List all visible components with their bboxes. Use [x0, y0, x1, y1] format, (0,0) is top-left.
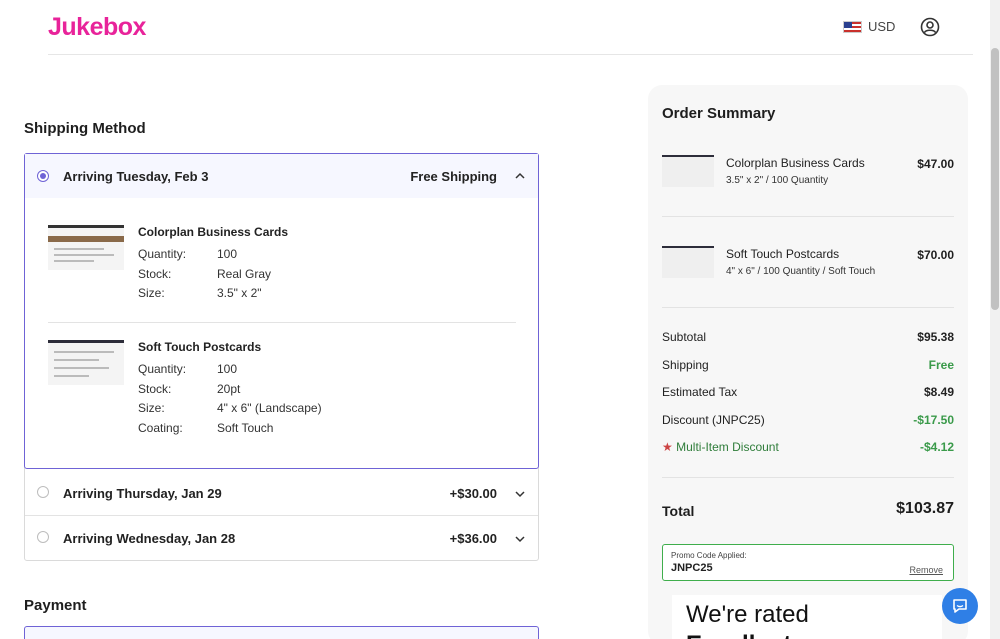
- summary-thumbnail: [662, 246, 714, 278]
- option-label: Arriving Thursday, Jan 29: [63, 486, 222, 501]
- shipping-option-jan29[interactable]: Arriving Thursday, Jan 29 +$30.00: [25, 470, 538, 516]
- radio-selected[interactable]: [37, 170, 49, 182]
- tax-label: Estimated Tax: [662, 385, 738, 399]
- shipping-option-feb3[interactable]: Arriving Tuesday, Feb 3 Free Shipping Co…: [24, 153, 539, 469]
- spec-value: 100: [217, 362, 238, 376]
- jukebox-logo[interactable]: Jukebox: [48, 13, 146, 42]
- promo-code: JNPC25: [671, 562, 713, 574]
- summary-item-sub: 4" x 6" / 100 Quantity / Soft Touch: [726, 266, 876, 277]
- spec-label: Stock:: [138, 267, 172, 281]
- shipping-options: Arriving Tuesday, Feb 3 Free Shipping Co…: [24, 153, 539, 561]
- shipping-option-jan28[interactable]: Arriving Wednesday, Jan 28 +$36.00: [25, 516, 538, 560]
- option-price: +$36.00: [449, 531, 497, 546]
- shipping-label: Shipping: [662, 358, 709, 372]
- scrollbar-track[interactable]: [990, 0, 1000, 639]
- spec-label: Size:: [138, 401, 165, 415]
- spec-value: 3.5" x 2": [217, 286, 262, 300]
- shipping-value: Free: [928, 358, 954, 372]
- option-price: Free Shipping: [410, 169, 497, 184]
- promo-remove-link[interactable]: Remove: [909, 565, 943, 575]
- spec-value: Real Gray: [217, 267, 272, 281]
- shipping-item: Colorplan Business Cards Quantity: 100 S…: [48, 225, 518, 305]
- multi-item-discount-value: -$4.12: [919, 440, 954, 454]
- summary-item-name: Soft Touch Postcards: [726, 247, 840, 261]
- spec-label: Quantity:: [138, 362, 187, 376]
- us-flag-icon: [843, 20, 862, 33]
- spec-label: Stock:: [138, 382, 172, 396]
- chevron-up-icon[interactable]: [514, 170, 526, 182]
- spec-label: Size:: [138, 286, 165, 300]
- shipping-option-header[interactable]: Arriving Tuesday, Feb 3 Free Shipping: [25, 154, 538, 198]
- total-label: Total: [662, 503, 695, 519]
- spec-value: 20pt: [217, 382, 241, 396]
- summary-item-price: $70.00: [917, 248, 954, 262]
- summary-item-sub: 3.5" x 2" / 100 Quantity: [726, 175, 829, 186]
- option-price: +$30.00: [449, 486, 497, 501]
- spec-label: Coating:: [138, 421, 183, 435]
- shipping-item: Soft Touch Postcards Quantity: 100 Stock…: [48, 340, 518, 440]
- summary-divider: [662, 216, 954, 217]
- currency-label: USD: [868, 19, 896, 34]
- radio-unselected[interactable]: [37, 531, 49, 543]
- currency-selector[interactable]: USD: [843, 19, 895, 34]
- item-divider: [48, 322, 516, 323]
- chat-icon: [953, 599, 967, 613]
- multi-item-discount-text: Multi-Item Discount: [676, 440, 779, 454]
- discount-value: -$17.50: [913, 413, 954, 427]
- account-icon[interactable]: [920, 17, 940, 37]
- option-label: Arriving Wednesday, Jan 28: [63, 531, 236, 546]
- promo-caption: Promo Code Applied:: [671, 551, 747, 560]
- summary-divider: [662, 477, 954, 478]
- total-value: $103.87: [896, 500, 954, 517]
- summary-divider: [662, 307, 954, 308]
- radio-unselected[interactable]: [37, 486, 49, 498]
- rating-widget: We're rated Excellent: [672, 595, 942, 639]
- product-thumbnail: [48, 340, 124, 385]
- scrollbar-thumb[interactable]: [991, 48, 999, 310]
- promo-code-box: Promo Code Applied: JNPC25 Remove: [662, 544, 954, 581]
- party-popper-icon: ★: [662, 440, 673, 454]
- rating-word: Excellent: [686, 631, 791, 639]
- payment-box[interactable]: [24, 626, 539, 639]
- order-summary-title: Order Summary: [662, 105, 776, 122]
- multi-item-discount-label: ★ Multi-Item Discount: [662, 440, 779, 454]
- subtotal-value: $95.38: [917, 330, 954, 344]
- summary-item-price: $47.00: [917, 157, 954, 171]
- option-label: Arriving Tuesday, Feb 3: [63, 169, 209, 184]
- discount-label: Discount (JNPC25): [662, 413, 765, 427]
- subtotal-label: Subtotal: [662, 330, 707, 344]
- chat-button[interactable]: [942, 588, 978, 624]
- rating-headline: We're rated: [686, 601, 809, 628]
- summary-thumbnail: [662, 155, 714, 187]
- chevron-down-icon[interactable]: [514, 533, 526, 545]
- product-thumbnail: [48, 225, 124, 270]
- spec-value: 4" x 6" (Landscape): [217, 401, 322, 415]
- payment-title: Payment: [24, 597, 87, 614]
- spec-value: 100: [217, 247, 238, 261]
- site-header: Jukebox USD: [48, 0, 973, 55]
- shipping-method-title: Shipping Method: [24, 120, 146, 137]
- spec-label: Quantity:: [138, 247, 187, 261]
- tax-value: $8.49: [923, 385, 954, 399]
- item-name: Soft Touch Postcards: [138, 340, 262, 354]
- summary-item-name: Colorplan Business Cards: [726, 156, 865, 170]
- order-summary: Order Summary Colorplan Business Cards 3…: [648, 85, 968, 639]
- chevron-down-icon[interactable]: [514, 488, 526, 500]
- spec-value: Soft Touch: [217, 421, 274, 435]
- item-name: Colorplan Business Cards: [138, 225, 289, 239]
